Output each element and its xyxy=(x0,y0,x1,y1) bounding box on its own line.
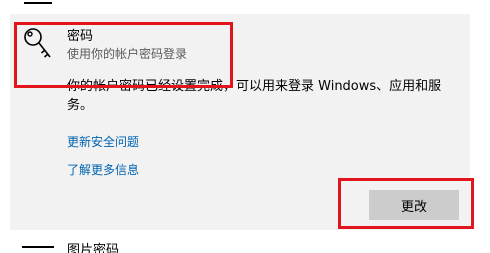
previous-item-icon xyxy=(24,0,52,4)
learn-more-link[interactable]: 了解更多信息 xyxy=(67,161,139,178)
update-security-questions-link[interactable]: 更新安全问题 xyxy=(67,133,139,150)
password-subtitle: 使用你的帐户密码登录 xyxy=(67,47,188,61)
change-password-button[interactable]: 更改 xyxy=(369,190,459,220)
sign-in-options-page: 密码 使用你的帐户密码登录 你的帐户密码已经设置完成，可以用来登录 Window… xyxy=(0,0,490,253)
key-icon xyxy=(24,28,51,58)
picture-password-title[interactable]: 图片密码 xyxy=(67,239,119,253)
password-description: 你的帐户密码已经设置完成，可以用来登录 Windows、应用和服务。 xyxy=(67,79,442,113)
password-title: 密码 xyxy=(67,29,94,44)
picture-password-icon xyxy=(22,246,54,253)
